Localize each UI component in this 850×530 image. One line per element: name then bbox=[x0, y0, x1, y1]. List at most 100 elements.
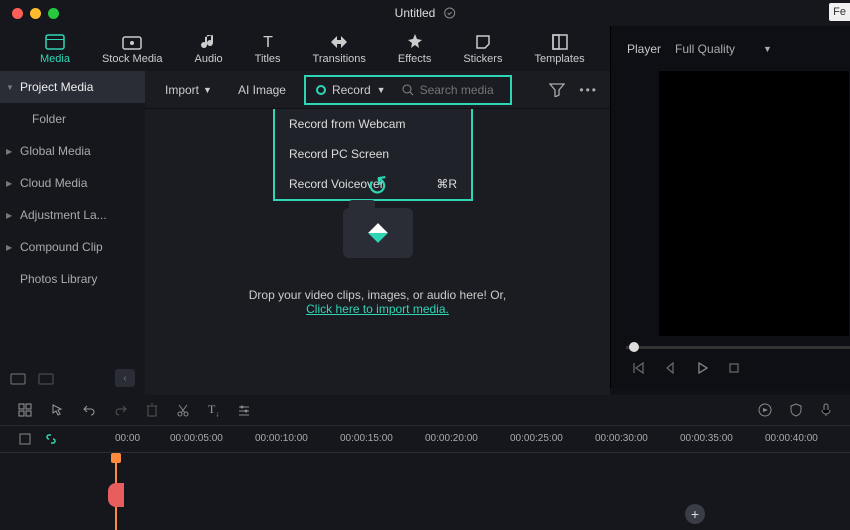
import-arrow-icon: ↻ bbox=[364, 169, 391, 203]
play-icon[interactable] bbox=[695, 361, 709, 375]
main-area: ▼Project Media Folder ▶Global Media ▶Clo… bbox=[0, 71, 610, 395]
time-mark: 00:00:20:00 bbox=[425, 433, 478, 444]
chevron-right-icon: ▶ bbox=[6, 211, 12, 220]
tab-audio[interactable]: Audio bbox=[195, 33, 223, 65]
folder-icon[interactable] bbox=[38, 371, 54, 385]
window-title: Untitled bbox=[395, 6, 456, 20]
stop-icon[interactable] bbox=[727, 361, 741, 375]
tab-media[interactable]: Media bbox=[40, 33, 70, 65]
folder-drop-icon bbox=[343, 208, 413, 258]
window-controls bbox=[0, 8, 59, 19]
link-icon[interactable] bbox=[44, 432, 58, 446]
minimize-window-icon[interactable] bbox=[30, 8, 41, 19]
sidebar-photos-library[interactable]: Photos Library bbox=[0, 263, 145, 295]
chevron-down-icon: ▼ bbox=[203, 85, 212, 95]
quality-dropdown[interactable]: Full Quality▼ bbox=[675, 42, 772, 56]
sync-icon[interactable] bbox=[443, 7, 455, 19]
time-mark: 00:00:30:00 bbox=[595, 433, 648, 444]
time-mark: 00:00:15:00 bbox=[340, 433, 393, 444]
player-label: Player bbox=[627, 42, 661, 56]
zoom-window-icon[interactable] bbox=[48, 8, 59, 19]
tab-stock-media[interactable]: Stock Media bbox=[102, 33, 163, 65]
search-media[interactable] bbox=[394, 79, 508, 101]
playback-slider[interactable] bbox=[611, 336, 850, 348]
media-content: Import▼ AI Image Record ▼ ••• Record fro… bbox=[145, 71, 610, 395]
delete-icon[interactable] bbox=[146, 403, 158, 417]
sidebar-compound-clip[interactable]: ▶Compound Clip bbox=[0, 231, 145, 263]
tab-effects[interactable]: Effects bbox=[398, 33, 431, 65]
step-back-icon[interactable] bbox=[663, 361, 677, 375]
track-toggle-icon[interactable] bbox=[18, 432, 32, 446]
add-track-button[interactable]: + bbox=[685, 504, 705, 524]
stickers-icon bbox=[475, 33, 491, 51]
time-mark: 00:00:35:00 bbox=[680, 433, 733, 444]
slider-knob[interactable] bbox=[629, 342, 639, 352]
timeline-tracks[interactable]: + bbox=[0, 453, 850, 530]
chevron-down-icon: ▼ bbox=[377, 85, 386, 95]
tab-stickers[interactable]: Stickers bbox=[463, 33, 502, 65]
shield-icon[interactable] bbox=[790, 403, 802, 417]
close-window-icon[interactable] bbox=[12, 8, 23, 19]
import-button[interactable]: Import▼ bbox=[157, 79, 220, 101]
preview-viewport bbox=[659, 71, 849, 336]
svg-text:T: T bbox=[263, 34, 273, 50]
dropzone-text: Drop your video clips, images, or audio … bbox=[145, 288, 610, 302]
adjust-icon[interactable] bbox=[237, 403, 251, 417]
record-webcam-item[interactable]: Record from Webcam bbox=[275, 109, 471, 139]
stock-media-icon bbox=[122, 33, 142, 51]
tab-transitions[interactable]: Transitions bbox=[313, 33, 366, 65]
ai-image-button[interactable]: AI Image bbox=[230, 79, 294, 101]
sidebar: ▼Project Media Folder ▶Global Media ▶Clo… bbox=[0, 71, 145, 395]
text-tool-icon[interactable]: T↓ bbox=[208, 402, 219, 418]
timeline-ruler[interactable]: 00:00 00:00:05:00 00:00:10:00 00:00:15:0… bbox=[0, 425, 850, 453]
import-link[interactable]: Click here to import media. bbox=[145, 302, 610, 316]
sidebar-project-media[interactable]: ▼Project Media bbox=[0, 71, 145, 103]
media-dropzone[interactable]: ↻ Drop your video clips, images, or audi… bbox=[145, 171, 610, 316]
titles-icon: T bbox=[260, 33, 276, 51]
sidebar-adjustment-layer[interactable]: ▶Adjustment La... bbox=[0, 199, 145, 231]
sidebar-cloud-media[interactable]: ▶Cloud Media bbox=[0, 167, 145, 199]
search-input[interactable] bbox=[420, 83, 500, 97]
pointer-icon[interactable] bbox=[50, 403, 64, 417]
feedback-button[interactable]: Fe bbox=[829, 3, 850, 21]
search-icon bbox=[402, 84, 414, 96]
timeline-panel: T↓ 00:00 00:00:05:00 00:00:10:00 00:00:1… bbox=[0, 395, 850, 530]
grid-icon[interactable] bbox=[18, 403, 32, 417]
sidebar-footer: ‹ bbox=[0, 361, 145, 395]
chevron-down-icon: ▼ bbox=[763, 44, 772, 54]
time-mark: 00:00:40:00 bbox=[765, 433, 818, 444]
mic-icon[interactable] bbox=[820, 403, 832, 417]
track-handle[interactable] bbox=[108, 483, 124, 507]
redo-icon[interactable] bbox=[114, 403, 128, 417]
tab-templates[interactable]: Templates bbox=[534, 33, 584, 65]
tab-titles[interactable]: T Titles bbox=[255, 33, 281, 65]
player-controls bbox=[611, 348, 850, 388]
titlebar: Untitled Fe bbox=[0, 0, 850, 26]
record-button[interactable]: Record ▼ bbox=[308, 79, 394, 101]
media-icon bbox=[45, 33, 65, 51]
collapse-sidebar-button[interactable]: ‹ bbox=[115, 369, 135, 387]
more-icon[interactable]: ••• bbox=[579, 83, 598, 97]
record-screen-item[interactable]: Record PC Screen bbox=[275, 139, 471, 169]
time-mark: 00:00 bbox=[115, 433, 140, 444]
chevron-right-icon: ▶ bbox=[6, 147, 12, 156]
chevron-right-icon: ▶ bbox=[6, 243, 12, 252]
time-mark: 00:00:10:00 bbox=[255, 433, 308, 444]
sidebar-folder[interactable]: Folder bbox=[0, 103, 145, 135]
filter-icon[interactable] bbox=[549, 83, 565, 97]
undo-icon[interactable] bbox=[82, 403, 96, 417]
timeline-tools: T↓ bbox=[0, 395, 850, 425]
render-icon[interactable] bbox=[758, 403, 772, 417]
title-text: Untitled bbox=[395, 6, 436, 20]
effects-icon bbox=[407, 33, 423, 51]
cut-icon[interactable] bbox=[176, 403, 190, 417]
new-folder-icon[interactable] bbox=[10, 371, 26, 385]
prev-frame-icon[interactable] bbox=[631, 361, 645, 375]
player-header: Player Full Quality▼ bbox=[611, 26, 850, 71]
time-mark: 00:00:25:00 bbox=[510, 433, 563, 444]
record-group: Record ▼ bbox=[304, 75, 512, 105]
content-toolbar: Import▼ AI Image Record ▼ ••• bbox=[145, 71, 610, 109]
audio-icon bbox=[201, 33, 217, 51]
sidebar-global-media[interactable]: ▶Global Media bbox=[0, 135, 145, 167]
player-panel: Player Full Quality▼ bbox=[610, 26, 850, 388]
